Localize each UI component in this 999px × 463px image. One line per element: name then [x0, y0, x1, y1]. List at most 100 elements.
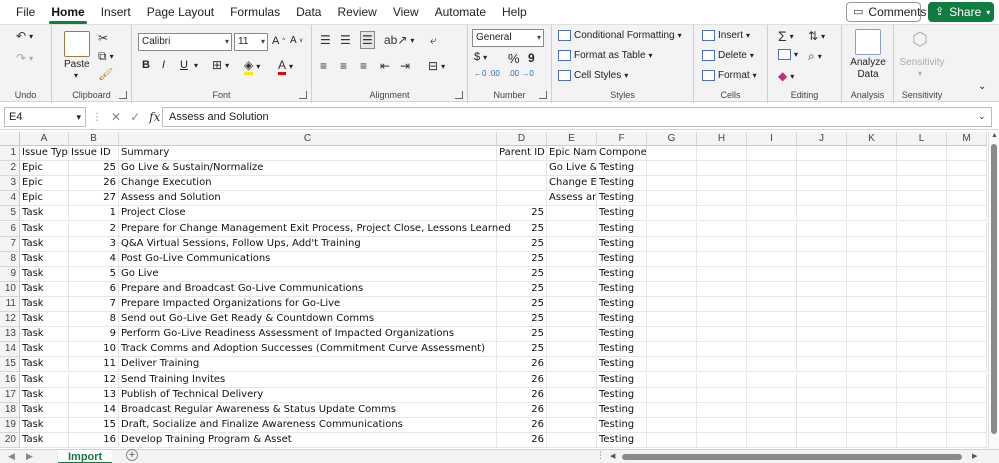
cell-d16[interactable]: 26 — [497, 372, 547, 388]
cell-g17[interactable] — [647, 387, 697, 403]
cell-k18[interactable] — [847, 402, 897, 418]
row-header[interactable]: 3 — [0, 176, 20, 192]
cell-e18[interactable] — [547, 402, 597, 418]
cell-m2[interactable] — [947, 161, 987, 177]
cell-a14[interactable]: Task — [20, 342, 69, 358]
row-header[interactable]: 2 — [0, 161, 20, 177]
cell-d2[interactable] — [497, 161, 547, 177]
row-header[interactable]: 14 — [0, 342, 20, 358]
cell-c20[interactable]: Develop Training Program & Asset — [119, 432, 497, 448]
cell-e8[interactable] — [547, 251, 597, 267]
cell-e3[interactable]: Change Ex — [547, 176, 597, 192]
cell-g5[interactable] — [647, 206, 697, 222]
cell-f10[interactable]: Testing — [597, 281, 647, 297]
cell-l17[interactable] — [897, 387, 947, 403]
add-sheet-button[interactable]: + — [126, 449, 138, 461]
cell-e10[interactable] — [547, 281, 597, 297]
cell-f5[interactable]: Testing — [597, 206, 647, 222]
cell-k12[interactable] — [847, 312, 897, 328]
cell-a3[interactable]: Epic — [20, 176, 69, 192]
cell-h1[interactable] — [697, 146, 747, 162]
cell-d5[interactable]: 25 — [497, 206, 547, 222]
number-launcher-icon[interactable] — [539, 91, 547, 99]
cell-m13[interactable] — [947, 327, 987, 343]
cell-l2[interactable] — [897, 161, 947, 177]
cell-h8[interactable] — [697, 251, 747, 267]
cell-j17[interactable] — [797, 387, 847, 403]
cell-e14[interactable] — [547, 342, 597, 358]
autosum-button[interactable]: Σ ▾ — [778, 29, 794, 43]
cell-m20[interactable] — [947, 432, 987, 448]
cell-c19[interactable]: Draft, Socialize and Finalize Awareness … — [119, 417, 497, 433]
sort-filter-button[interactable]: ⇅ ▾ — [808, 29, 825, 43]
cell-d8[interactable]: 25 — [497, 251, 547, 267]
cell-d13[interactable]: 25 — [497, 327, 547, 343]
cell-h16[interactable] — [697, 372, 747, 388]
cell-i19[interactable] — [747, 417, 797, 433]
menu-home[interactable]: Home — [43, 0, 92, 24]
cell-c12[interactable]: Send out Go-Live Get Ready & Countdown C… — [119, 312, 497, 328]
row-header[interactable]: 1 — [0, 146, 20, 162]
format-as-table-button[interactable]: Format as Table ▾ — [558, 50, 653, 61]
cell-i2[interactable] — [747, 161, 797, 177]
cell-j3[interactable] — [797, 176, 847, 192]
cell-e9[interactable] — [547, 266, 597, 282]
analyze-data-line2[interactable]: Data — [848, 69, 888, 80]
cell-h5[interactable] — [697, 206, 747, 222]
cell-e16[interactable] — [547, 372, 597, 388]
cell-f16[interactable]: Testing — [597, 372, 647, 388]
cell-k1[interactable] — [847, 146, 897, 162]
cell-a17[interactable]: Task — [20, 387, 69, 403]
increase-indent-button[interactable]: ⇥ — [400, 59, 410, 73]
cell-i20[interactable] — [747, 432, 797, 448]
percent-button[interactable]: % — [508, 51, 520, 66]
cell-l1[interactable] — [897, 146, 947, 162]
cell-d18[interactable]: 26 — [497, 402, 547, 418]
cell-m14[interactable] — [947, 342, 987, 358]
cell-b11[interactable]: 7 — [69, 297, 119, 313]
align-top-button[interactable]: ☰ — [320, 33, 331, 47]
borders-button[interactable]: ⊞ ▾ — [212, 58, 229, 72]
cell-e6[interactable] — [547, 221, 597, 237]
cell-c7[interactable]: Q&A Virtual Sessions, Follow Ups, Add't … — [119, 236, 497, 252]
cell-l12[interactable] — [897, 312, 947, 328]
menu-page-layout[interactable]: Page Layout — [139, 0, 222, 24]
insert-function-button[interactable]: fx — [149, 110, 160, 124]
row-header[interactable]: 7 — [0, 236, 20, 252]
analyze-data-line1[interactable]: Analyze — [848, 57, 888, 68]
cell-h9[interactable] — [697, 266, 747, 282]
cell-c16[interactable]: Send Training Invites — [119, 372, 497, 388]
cell-c18[interactable]: Broadcast Regular Awareness & Status Upd… — [119, 402, 497, 418]
cell-k9[interactable] — [847, 266, 897, 282]
cell-l8[interactable] — [897, 251, 947, 267]
cell-g15[interactable] — [647, 357, 697, 373]
paste-button[interactable]: Paste — [64, 59, 90, 70]
cell-k15[interactable] — [847, 357, 897, 373]
cell-g20[interactable] — [647, 432, 697, 448]
menu-help[interactable]: Help — [494, 0, 535, 24]
cell-h14[interactable] — [697, 342, 747, 358]
cell-e5[interactable] — [547, 206, 597, 222]
cell-d7[interactable]: 25 — [497, 236, 547, 252]
cell-d20[interactable]: 26 — [497, 432, 547, 448]
decrease-indent-button[interactable]: ⇤ — [380, 59, 390, 73]
cell-h7[interactable] — [697, 236, 747, 252]
cell-i14[interactable] — [747, 342, 797, 358]
column-header-a[interactable]: A — [20, 132, 69, 146]
cell-f14[interactable]: Testing — [597, 342, 647, 358]
cell-g7[interactable] — [647, 236, 697, 252]
cell-k19[interactable] — [847, 417, 897, 433]
row-header[interactable]: 18 — [0, 402, 20, 418]
font-color-button[interactable]: A ▾ — [278, 58, 293, 75]
font-size-select[interactable]: 11 ▾ — [234, 33, 268, 51]
cell-b4[interactable]: 27 — [69, 191, 119, 207]
row-header[interactable]: 8 — [0, 251, 20, 267]
cell-a13[interactable]: Task — [20, 327, 69, 343]
cell-f12[interactable]: Testing — [597, 312, 647, 328]
cell-f11[interactable]: Testing — [597, 297, 647, 313]
merge-center-button[interactable]: ⊟ ▾ — [428, 59, 445, 73]
cell-k11[interactable] — [847, 297, 897, 313]
cell-l14[interactable] — [897, 342, 947, 358]
analyze-data-icon[interactable] — [855, 29, 881, 55]
cell-a20[interactable]: Task — [20, 432, 69, 448]
